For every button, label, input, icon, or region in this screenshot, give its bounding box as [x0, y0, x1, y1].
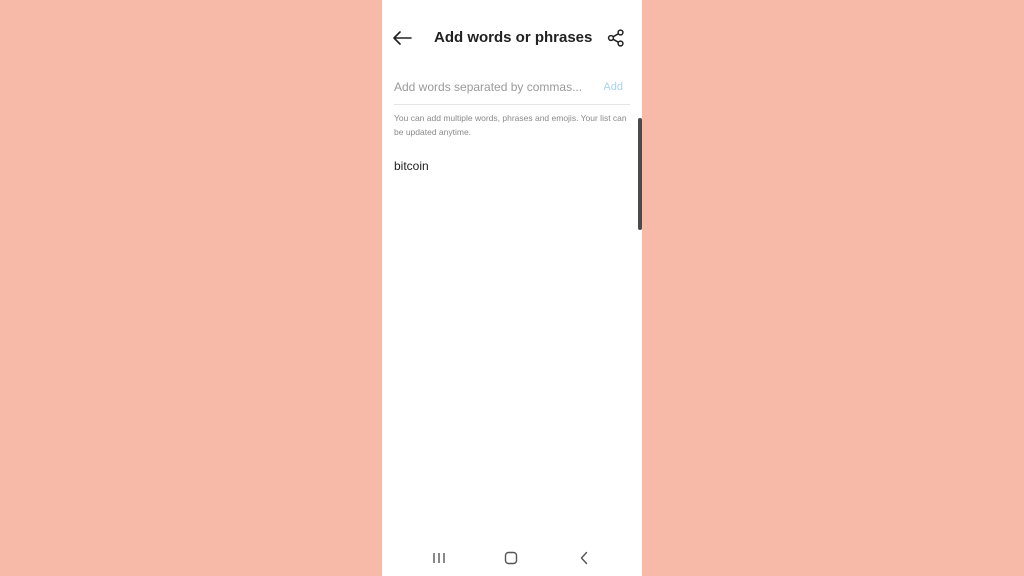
add-button[interactable]: Add	[603, 81, 623, 93]
nav-back-icon	[580, 551, 588, 565]
words-input[interactable]	[394, 77, 584, 97]
phone-screen: Add words or phrases Add You can add mul…	[382, 0, 642, 576]
share-icon	[607, 29, 624, 47]
nav-back-button[interactable]	[574, 548, 594, 568]
page-title: Add words or phrases	[434, 29, 593, 46]
system-navbar	[382, 540, 642, 576]
add-words-row: Add	[394, 74, 630, 105]
arrow-left-icon	[393, 31, 412, 45]
helper-text: You can add multiple words, phrases and …	[394, 113, 627, 137]
list-item[interactable]: bitcoin	[394, 157, 630, 175]
share-button[interactable]	[606, 28, 626, 48]
scrollbar[interactable]	[638, 118, 642, 230]
recent-apps-button[interactable]	[429, 548, 449, 568]
header: Add words or phrases	[382, 0, 642, 76]
word-list: bitcoin	[394, 157, 630, 175]
home-button[interactable]	[501, 548, 521, 568]
home-icon	[504, 551, 518, 565]
recent-apps-icon	[433, 553, 445, 563]
back-button[interactable]	[391, 27, 413, 49]
